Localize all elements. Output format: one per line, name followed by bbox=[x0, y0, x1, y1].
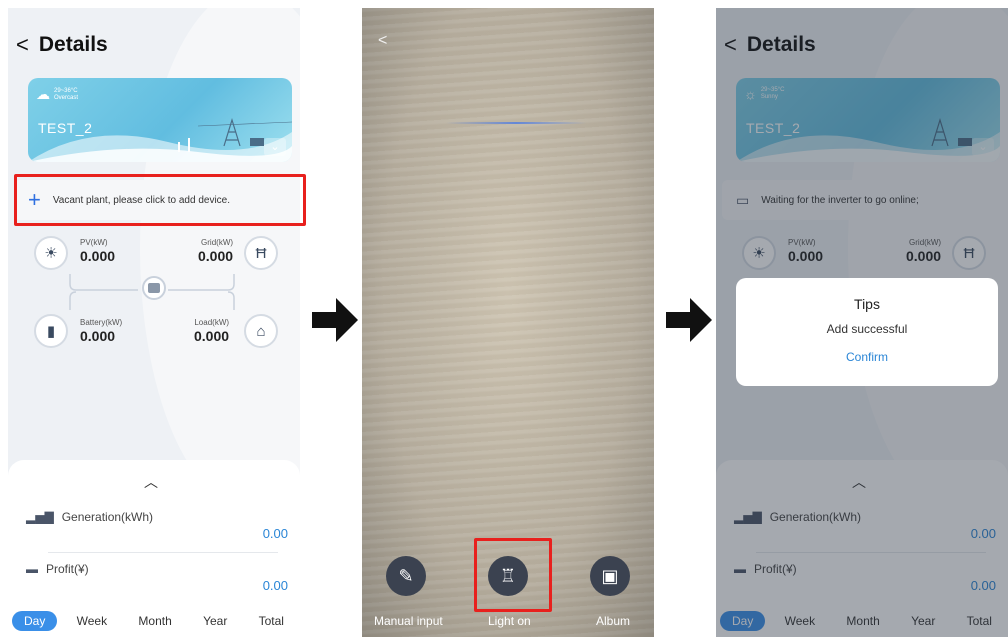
back-button[interactable]: < bbox=[16, 32, 29, 58]
energy-flow: ☀ PV(kW) 0.000 Ħ Grid(kW) 0.000 ▮ Batter… bbox=[28, 230, 278, 360]
arrow-right-icon bbox=[666, 298, 712, 342]
plant-card[interactable]: ☁ 29~36°C Overcast TEST_2 ⌄ bbox=[28, 78, 292, 162]
back-button[interactable]: < bbox=[378, 32, 387, 50]
battery-value: 0.000 bbox=[80, 328, 116, 344]
album-button[interactable]: ▣ bbox=[590, 556, 630, 596]
manual-input-button[interactable]: ✎ bbox=[386, 556, 426, 596]
profit-value: 0.00 bbox=[262, 578, 288, 593]
dialog-title: Tips bbox=[854, 296, 880, 312]
header: < Details bbox=[16, 32, 108, 58]
grid-value: 0.000 bbox=[198, 248, 234, 264]
load-value: 0.000 bbox=[194, 328, 230, 344]
stats-card: ︿ ▂▅▇ Generation(kWh) 0.00 ▬ Profit(¥) 0… bbox=[8, 460, 300, 637]
weather-condition: Overcast bbox=[54, 94, 79, 101]
details-screen-before: < Details ☁ 29~36°C Overcast TEST_2 ⌄ + … bbox=[8, 8, 300, 637]
highlight-add-device bbox=[14, 174, 306, 226]
solar-panel-icon: ☀ bbox=[34, 236, 68, 270]
dialog-message: Add successful bbox=[826, 322, 908, 336]
battery-label: Battery(kW) bbox=[80, 318, 123, 327]
tab-month[interactable]: Month bbox=[126, 611, 183, 631]
pv-stat: PV(kW) 0.000 bbox=[80, 238, 115, 264]
manual-input-label: Manual input bbox=[374, 614, 443, 628]
highlight-light-on bbox=[474, 538, 552, 612]
load-stat: Load(kW) 0.000 bbox=[194, 318, 229, 344]
load-label: Load(kW) bbox=[194, 318, 230, 327]
generation-label: Generation(kWh) bbox=[61, 510, 154, 524]
tab-total[interactable]: Total bbox=[247, 611, 296, 631]
profit-row: ▬ Profit(¥) 0.00 bbox=[26, 562, 288, 593]
landscape-illustration bbox=[28, 117, 292, 162]
image-icon: ▣ bbox=[601, 565, 619, 586]
album-label: Album bbox=[596, 614, 631, 628]
confirm-button[interactable]: Confirm bbox=[736, 350, 998, 364]
page-title: Details bbox=[38, 33, 108, 56]
tab-day[interactable]: Day bbox=[12, 611, 58, 631]
battery-icon: ▮ bbox=[34, 314, 68, 348]
tab-week[interactable]: Week bbox=[65, 611, 119, 631]
edit-icon: ✎ bbox=[398, 565, 414, 586]
cloud-icon: ☁ bbox=[36, 86, 50, 102]
grid-label: Grid(kW) bbox=[201, 238, 234, 247]
weather-temp: 29~36°C bbox=[54, 87, 78, 94]
period-tabs: Day Week Month Year Total bbox=[12, 611, 296, 631]
weather-row: ☁ 29~36°C Overcast bbox=[36, 86, 78, 103]
battery-stat: Battery(kW) 0.000 bbox=[80, 318, 122, 344]
bar-chart-icon: ▂▅▇ bbox=[26, 510, 54, 524]
chevron-down-icon[interactable]: ⌄ bbox=[264, 138, 286, 156]
generation-row: ▂▅▇ Generation(kWh) 0.00 bbox=[26, 510, 288, 541]
divider bbox=[48, 552, 278, 553]
grid-stat: Grid(kW) 0.000 bbox=[198, 238, 233, 264]
pv-label: PV(kW) bbox=[80, 238, 108, 247]
pv-value: 0.000 bbox=[80, 248, 116, 264]
wallet-icon: ▬ bbox=[26, 562, 38, 576]
chevron-up-icon[interactable]: ︿ bbox=[144, 472, 158, 492]
details-screen-after: < Details ☼ 29~35°C Sunny TEST_2 ⌄ ▭ Wai… bbox=[716, 8, 1008, 637]
grid-tower-icon: Ħ bbox=[244, 236, 278, 270]
light-on-label: Light on bbox=[488, 614, 531, 628]
profit-label: Profit(¥) bbox=[46, 562, 89, 576]
generation-value: 0.00 bbox=[262, 526, 288, 541]
scan-line bbox=[446, 122, 586, 124]
inverter-hub-icon bbox=[142, 276, 166, 300]
tips-dialog: Tips Add successful Confirm bbox=[736, 278, 998, 386]
tab-year[interactable]: Year bbox=[191, 611, 239, 631]
home-load-icon: ⌂ bbox=[244, 314, 278, 348]
arrow-right-icon bbox=[312, 298, 358, 342]
